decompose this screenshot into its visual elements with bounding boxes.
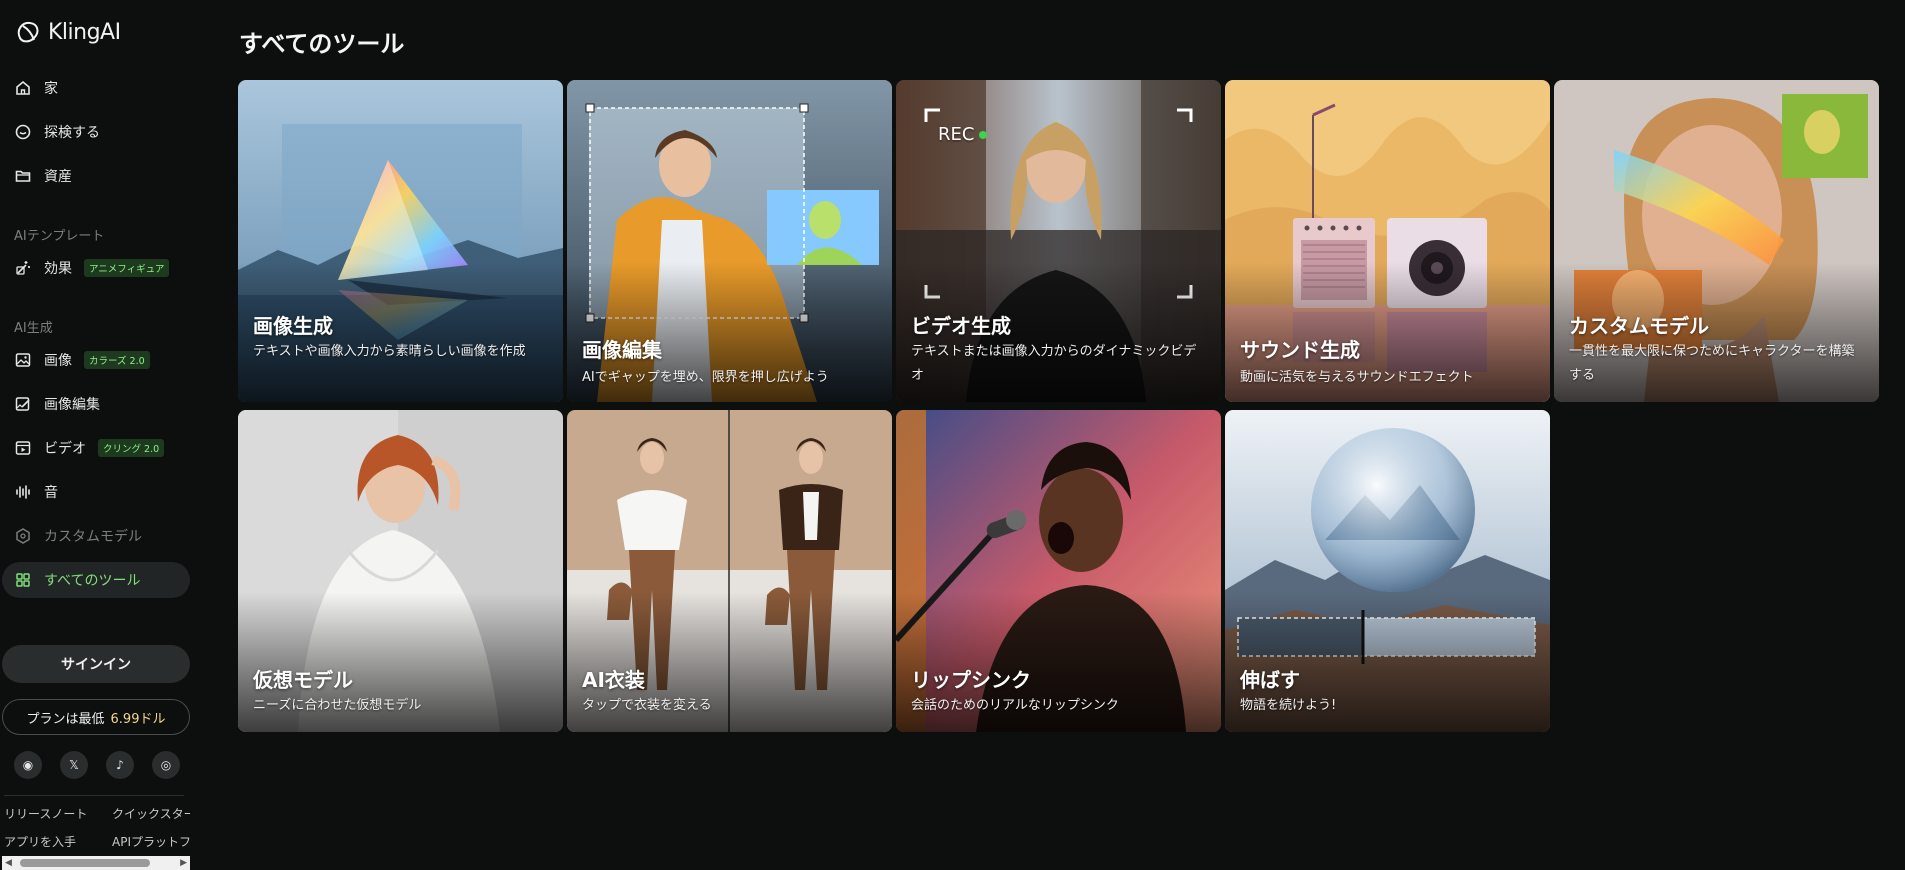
card-desc: 一貫性を最大限に保つためにキャラクターを構築する (1569, 344, 1855, 383)
plan-button[interactable]: プランは最低 6.99ドル (2, 699, 190, 735)
tool-card-custom-model[interactable]: カスタムモデル 一貫性を最大限に保つためにキャラクターを構築する (1554, 80, 1879, 402)
video-icon (15, 441, 31, 455)
card-desc: テキストや画像入力から素晴らしい画像を作成 (253, 344, 526, 359)
card-title: 伸ばす (1240, 668, 1300, 692)
scrollbar-thumb[interactable] (20, 859, 150, 867)
card-desc: タップで衣装を変える (582, 698, 712, 713)
sidebar-item-label: 家 (44, 81, 58, 97)
sound-icon (16, 485, 30, 499)
card-title: AI衣装 (582, 668, 645, 692)
sidebar-item-explore[interactable]: 探検する (2, 114, 190, 150)
explore-icon (15, 124, 31, 140)
sidebar-item-image[interactable]: 画像 カラーズ 2.0 (2, 342, 190, 378)
card-title: リップシンク (911, 668, 1031, 692)
badge-colors: カラーズ 2.0 (84, 351, 150, 369)
sidebar-item-label: ビデオ (44, 441, 86, 457)
folder-icon (15, 170, 31, 182)
card-title: ビデオ生成 (911, 314, 1011, 338)
link-get-app[interactable]: アプリを入手 (4, 833, 104, 850)
sidebar-item-effects[interactable]: 効果 アニメフィギュア (2, 250, 190, 286)
x-icon[interactable]: 𝕏 (60, 751, 88, 779)
sidebar-item-all-tools[interactable]: すべてのツール (2, 562, 190, 598)
sidebar-item-custom-model[interactable]: カスタムモデル (2, 518, 190, 554)
section-label-generate: AI生成 (14, 321, 53, 336)
sidebar-item-label: 探検する (44, 125, 100, 141)
tool-card-image-generation[interactable]: 画像生成 テキストや画像入力から素晴らしい画像を作成 (238, 80, 563, 402)
image-edit-icon (15, 397, 30, 411)
sidebar-item-label: 効果 (44, 261, 72, 277)
scroll-right-icon[interactable]: ▶ (180, 858, 187, 868)
card-title: 画像編集 (582, 338, 662, 362)
tool-card-sound-generation[interactable]: サウンド生成 動画に活気を与えるサウンドエフェクト (1225, 80, 1550, 402)
card-desc: AIでギャップを埋め、限界を押し広げよう (582, 370, 829, 385)
logo-text: KlingAI (48, 19, 121, 45)
plan-label: プランは最低 (26, 711, 105, 727)
sidebar-item-home[interactable]: 家 (2, 70, 190, 106)
sidebar-item-label: 画像 (44, 353, 72, 369)
tool-card-virtual-model[interactable]: 仮想モデル ニーズに合わせた仮想モデル (238, 410, 563, 732)
badge-anime-figure: アニメフィギュア (84, 259, 170, 277)
signin-button[interactable]: サインイン (2, 645, 190, 683)
sidebar-item-label: すべてのツール (44, 573, 141, 589)
tool-card-image-edit[interactable]: 画像編集 AIでギャップを埋め、限界を押し広げよう (567, 80, 892, 402)
card-desc: テキストまたは画像入力からのダイナミックビデオ (911, 344, 1197, 383)
discord-icon[interactable]: ◉ (14, 751, 42, 779)
plan-price: 6.99ドル (110, 711, 166, 727)
grid-icon (16, 573, 30, 587)
sidebar-item-image-edit[interactable]: 画像編集 (2, 386, 190, 422)
tool-card-video-generation[interactable]: REC ビデオ生成 テキストまたは画像入力からのダイナミックビデオ (896, 80, 1221, 402)
card-title: カスタムモデル (1569, 314, 1709, 338)
kling-logo-icon (17, 21, 39, 43)
tool-card-extend[interactable]: 伸ばす 物語を続けよう! (1225, 410, 1550, 732)
link-api-platform[interactable]: APIプラットフ (112, 833, 190, 850)
sidebar-item-video[interactable]: ビデオ クリング 2.0 (2, 430, 190, 466)
tiktok-icon[interactable]: ♪ (106, 751, 134, 779)
sidebar: KlingAI 家 探検する 資産 AIテンプレート 効果 アニメフィギュア A… (0, 0, 190, 870)
rec-label: REC (938, 124, 975, 145)
sidebar-item-label: 音 (44, 485, 58, 501)
card-desc: 動画に活気を与えるサウンドエフェクト (1240, 370, 1474, 385)
horizontal-scrollbar[interactable]: ◀ ▶ (2, 856, 190, 870)
sidebar-item-sound[interactable]: 音 (2, 474, 190, 510)
image-icon (15, 353, 31, 367)
section-label-templates: AIテンプレート (14, 229, 105, 244)
card-title: 仮想モデル (253, 668, 353, 692)
sidebar-item-assets[interactable]: 資産 (2, 158, 190, 194)
page-title: すべてのツール (239, 30, 405, 58)
card-desc: ニーズに合わせた仮想モデル (253, 698, 422, 713)
sidebar-item-label: 資産 (44, 169, 72, 185)
social-links: ◉ 𝕏 ♪ ◎ (14, 751, 180, 779)
tool-card-lip-sync[interactable]: リップシンク 会話のためのリアルなリップシンク (896, 410, 1221, 732)
custom-model-icon (16, 528, 30, 544)
card-title: サウンド生成 (1240, 338, 1360, 362)
effects-icon (16, 261, 30, 275)
badge-kling: クリング 2.0 (98, 439, 165, 457)
scroll-left-icon[interactable]: ◀ (5, 858, 12, 868)
card-title: 画像生成 (253, 314, 333, 338)
logo[interactable]: KlingAI (14, 18, 121, 46)
card-desc: 物語を続けよう! (1240, 698, 1337, 713)
link-quickstart[interactable]: クイックスター (112, 805, 190, 822)
footer-divider (4, 795, 184, 796)
sidebar-item-label: カスタムモデル (44, 529, 142, 545)
tool-card-ai-outfit[interactable]: AI衣装 タップで衣装を変える (567, 410, 892, 732)
card-desc: 会話のためのリアルなリップシンク (911, 698, 1119, 713)
link-release-notes[interactable]: リリースノート (4, 805, 104, 822)
home-icon (16, 80, 30, 95)
instagram-icon[interactable]: ◎ (152, 751, 180, 779)
sidebar-item-label: 画像編集 (44, 397, 100, 413)
